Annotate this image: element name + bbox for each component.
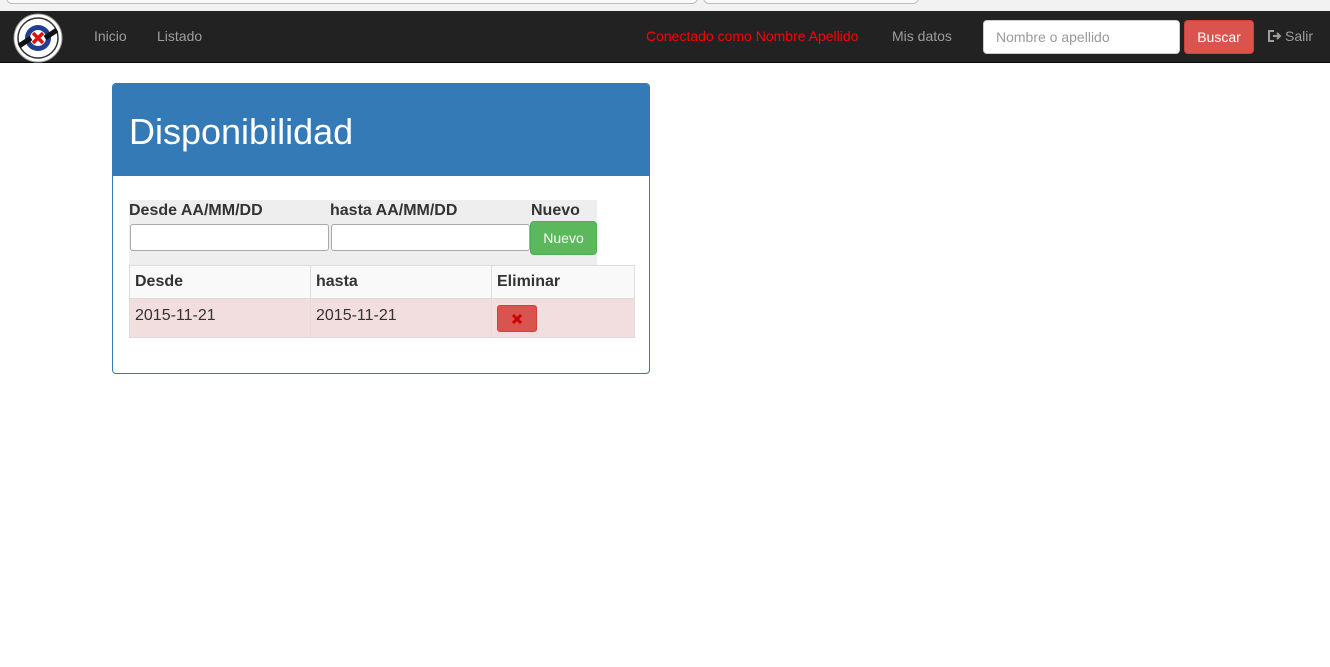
connected-user-text: Conectado como Nombre Apellido [646,28,859,44]
page-title: Disponibilidad [129,111,354,152]
from-date-input[interactable] [130,224,329,251]
close-icon [511,313,523,325]
new-availability-form: Desde AA/MM/DD hasta AA/MM/DD Nuevo Nuev… [129,200,597,266]
new-label: Nuevo [531,202,580,219]
cell-hasta: 2015-11-21 [310,298,492,338]
new-availability-button[interactable]: Nuevo [530,221,597,255]
nav-link-mis-datos[interactable]: Mis datos [892,28,952,44]
column-header-eliminar: Eliminar [491,265,635,299]
browser-search-bar[interactable] [703,0,919,4]
search-input[interactable] [983,20,1180,54]
nav-link-listado[interactable]: Listado [157,28,202,44]
logout-label: Salir [1285,28,1314,44]
navbar: Inicio Listado Conectado como Nombre Ape… [0,11,1330,63]
column-header-hasta: hasta [310,265,492,299]
availability-panel: Disponibilidad Desde AA/MM/DD hasta AA/M… [112,83,650,374]
search-button[interactable]: Buscar [1184,20,1254,54]
delete-button[interactable] [497,305,537,332]
logout-icon [1268,29,1282,42]
from-date-label: Desde AA/MM/DD [129,202,263,219]
club-logo-icon[interactable] [13,13,63,63]
to-date-label: hasta AA/MM/DD [330,202,458,219]
logout-link[interactable]: Salir [1268,28,1313,44]
address-bar[interactable] [6,0,698,4]
availability-table: Desde hasta Eliminar 2015-11-21 2015-11-… [129,265,635,338]
table-row: 2015-11-21 2015-11-21 [129,298,635,338]
cell-eliminar [491,298,635,338]
panel-heading: Disponibilidad [113,84,649,176]
cell-desde: 2015-11-21 [129,298,311,338]
to-date-input[interactable] [331,224,530,251]
nav-link-inicio[interactable]: Inicio [94,28,127,44]
table-header-row: Desde hasta Eliminar [129,265,635,299]
column-header-desde: Desde [129,265,311,299]
